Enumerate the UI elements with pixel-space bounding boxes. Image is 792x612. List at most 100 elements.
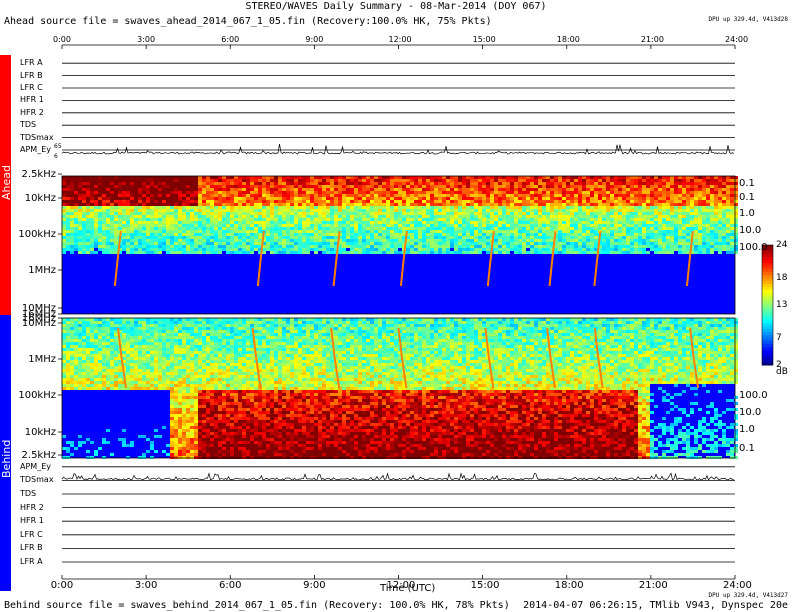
ahead-spectrogram-cell: [302, 188, 306, 191]
behind-spectrogram-cell: [314, 327, 318, 330]
ahead-spectrogram-cell: [726, 176, 730, 179]
ahead-spectrogram-cell: [414, 224, 418, 227]
ahead-spectrogram-cell: [622, 233, 626, 236]
ahead-spectrogram-cell: [706, 182, 710, 185]
ahead-spectrogram-cell: [658, 200, 662, 203]
behind-spectrogram-cell: [734, 318, 738, 321]
behind-spectrogram-cell: [174, 318, 178, 321]
ahead-spectrogram-cell: [654, 215, 658, 218]
ahead-spectrogram-cell: [626, 176, 630, 179]
ahead-spectrogram-cell: [294, 248, 298, 251]
behind-spectrogram-cell: [682, 324, 686, 327]
ahead-spectrogram-cell: [502, 239, 506, 242]
behind-spectrogram-cell: [206, 327, 210, 330]
ahead-spectrogram-cell: [714, 188, 718, 191]
ahead-spectrogram-cell: [386, 176, 390, 179]
ahead-spectrogram-cell: [278, 212, 282, 215]
behind-spectrogram-cell: [574, 324, 578, 327]
ahead-spectrogram-cell: [718, 215, 722, 218]
ahead-spectrogram-cell: [214, 179, 218, 182]
ahead-spectrogram-cell: [318, 197, 322, 200]
ahead-spectrogram-cell: [614, 224, 618, 227]
ahead-spectrogram-cell: [82, 188, 86, 191]
ahead-spectrogram-cell: [342, 218, 346, 221]
ahead-spectrogram-cell: [462, 191, 466, 194]
ahead-spectrogram-cell: [514, 182, 518, 185]
ahead-spectrogram-cell: [174, 218, 178, 221]
ahead-spectrogram-cell: [370, 224, 374, 227]
ahead-spectrogram-cell: [558, 248, 562, 251]
ahead-spectrogram-cell: [570, 215, 574, 218]
ahead-spectrogram-cell: [614, 248, 618, 251]
ahead-spectrogram-cell: [586, 188, 590, 191]
ahead-spectrogram-cell: [122, 209, 126, 212]
ahead-spectrogram-cell: [722, 185, 726, 188]
behind-spectrogram-cell: [622, 318, 626, 321]
ahead-spectrogram-cell: [702, 194, 706, 197]
ahead-spectrogram-cell: [566, 185, 570, 188]
ahead-spectrogram-cell: [434, 206, 438, 209]
ahead-spectrogram-cell: [174, 179, 178, 182]
ahead-spectrogram-cell: [446, 221, 450, 224]
ahead-spectrogram-cell: [266, 221, 270, 224]
ahead-spectrogram-cell: [714, 242, 718, 245]
behind-spectrogram-cell: [110, 321, 114, 324]
ahead-spectrogram-cell: [238, 218, 242, 221]
ahead-spectrogram-cell: [450, 227, 454, 230]
ahead-spectrogram-cell: [134, 200, 138, 203]
ahead-spectrogram-cell: [210, 203, 214, 206]
ahead-spectrogram-cell: [602, 218, 606, 221]
ahead-spectrogram-cell: [434, 191, 438, 194]
ahead-spectrogram-cell: [622, 212, 626, 215]
ahead-spectrogram-cell: [522, 248, 526, 251]
ahead-spectrogram-cell: [634, 176, 638, 179]
ahead-spectrogram-cell: [230, 182, 234, 185]
ahead-spectrogram-cell: [314, 221, 318, 224]
ahead-spectrogram-cell: [198, 251, 202, 254]
ahead-spectrogram-cell: [330, 236, 334, 239]
behind-spectrogram-cell: [190, 324, 194, 327]
ahead-spectrogram-cell: [106, 206, 110, 209]
behind-spectrogram-cell: [650, 324, 654, 327]
ahead-spectrogram-cell: [374, 200, 378, 203]
ahead-spectrogram-cell: [286, 209, 290, 212]
behind-spectrogram-cell: [618, 321, 622, 324]
behind-spectrogram-cell: [734, 321, 738, 324]
ahead-spectrogram-cell: [518, 188, 522, 191]
ahead-spectrogram-cell: [134, 245, 138, 248]
ahead-spectrogram-cell: [674, 224, 678, 227]
ahead-spectrogram-cell: [238, 188, 242, 191]
ahead-spectrogram-cell: [194, 212, 198, 215]
ahead-spectrogram-cell: [66, 242, 70, 245]
ahead-spectrogram-cell: [382, 236, 386, 239]
ahead-spectrogram-cell: [570, 203, 574, 206]
ahead-spectrogram-cell: [490, 185, 494, 188]
ahead-spectrogram-cell: [662, 188, 666, 191]
behind-spectrogram-cell: [306, 321, 310, 324]
ahead-spectrogram-cell: [526, 221, 530, 224]
ahead-spectrogram-cell: [186, 218, 190, 221]
behind-spectrogram-cell: [246, 321, 250, 324]
ahead-spectrogram-cell: [482, 236, 486, 239]
ahead-spectrogram-cell: [466, 182, 470, 185]
ahead-spectrogram-cell: [446, 182, 450, 185]
ahead-spectrogram-cell: [230, 200, 234, 203]
ahead-spectrogram-cell: [694, 212, 698, 215]
ahead-spectrogram-cell: [426, 185, 430, 188]
ahead-spectrogram-cell: [114, 185, 118, 188]
behind-spectrogram-cell: [674, 321, 678, 324]
ahead-spectrogram-cell: [610, 233, 614, 236]
ahead-spectrogram-cell: [642, 179, 646, 182]
ahead-spectrogram-cell: [494, 209, 498, 212]
ahead-spectrogram-cell: [734, 236, 738, 239]
behind-spectrogram-cell: [338, 321, 342, 324]
ahead-spectrogram-cell: [698, 182, 702, 185]
ahead-spectrogram-cell: [578, 206, 582, 209]
ahead-spectrogram-cell: [650, 185, 654, 188]
ahead-spectrogram-cell: [330, 209, 334, 212]
ahead-spectrogram-cell: [274, 236, 278, 239]
ahead-spectrogram-cell: [418, 188, 422, 191]
ahead-spectrogram-cell: [726, 233, 730, 236]
ahead-spectrogram-cell: [542, 194, 546, 197]
ahead-spectrogram-cell: [618, 188, 622, 191]
